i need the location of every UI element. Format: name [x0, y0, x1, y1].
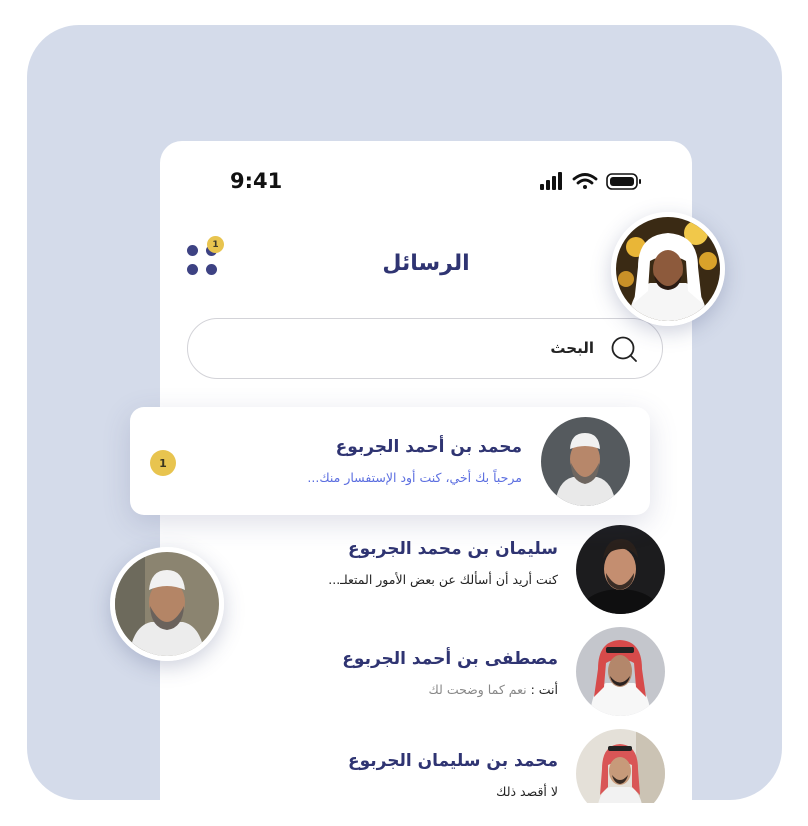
contact-name: محمد بن أحمد الجربوع	[335, 437, 522, 457]
contact-name: سليمان بن محمد الجربوع	[347, 539, 558, 559]
message-text: نعم كما وضحت لك	[428, 682, 527, 697]
search-placeholder: البحث	[550, 339, 594, 357]
avatar	[576, 729, 665, 803]
wifi-icon	[572, 173, 598, 189]
conversation-card-active[interactable]: 1 محمد بن أحمد الجربوع مرحباً بك أخي، كن…	[130, 407, 650, 515]
message-prefix: أنت :	[530, 682, 558, 697]
message-preview: كنت أريد أن أسألك عن بعض الأمور المتعلـ.…	[328, 572, 558, 587]
avatar	[576, 627, 665, 716]
search-icon	[611, 336, 637, 362]
signal-icon	[540, 172, 562, 190]
avatar	[576, 525, 665, 614]
status-time: 9:41	[230, 169, 283, 193]
status-icons	[540, 172, 641, 190]
message-preview: لا أقصد ذلك	[496, 784, 558, 799]
message-preview: أنت : نعم كما وضحت لك	[429, 682, 558, 697]
battery-icon	[606, 173, 641, 190]
unread-badge: 1	[150, 450, 176, 476]
contact-name: مصطفى بن أحمد الجربوع	[342, 649, 558, 669]
search-input[interactable]: البحث	[187, 318, 663, 379]
avatar	[541, 417, 630, 506]
message-preview: مرحباً بك أخي، كنت أود الإستفسار منك...	[307, 470, 522, 485]
contact-name: محمد بن سليمان الجربوع	[347, 751, 558, 771]
floating-avatar	[110, 547, 224, 661]
floating-avatar	[611, 212, 725, 326]
